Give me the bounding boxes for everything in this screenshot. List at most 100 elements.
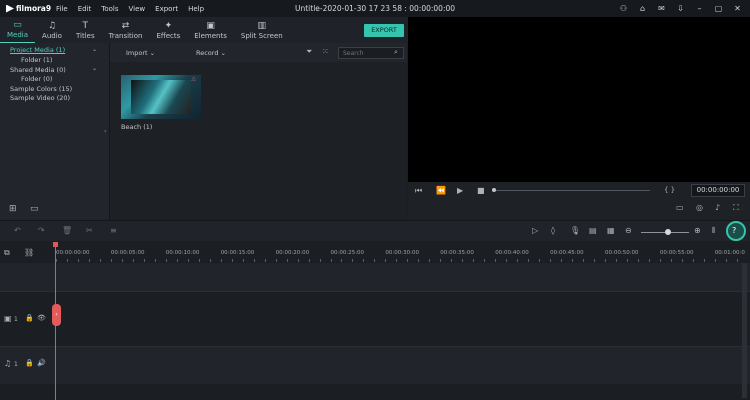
- import-dropdown[interactable]: Import ⌄: [126, 49, 155, 57]
- ruler-label: 00:00:20:00: [275, 250, 310, 256]
- preview-progress-bar[interactable]: [494, 190, 650, 191]
- snapshot-icon[interactable]: ◎: [696, 203, 703, 212]
- ruler-tick: [473, 259, 475, 262]
- ruler-tick: [418, 259, 420, 262]
- collapse-track-headers-button[interactable]: ‹: [52, 304, 61, 326]
- minimize-icon[interactable]: –: [693, 2, 706, 15]
- chevron-down-icon: ⌄: [220, 49, 226, 57]
- add-track-icon[interactable]: ⧉: [4, 248, 10, 258]
- record-label: Record: [196, 49, 219, 57]
- menu-export[interactable]: Export: [155, 5, 178, 13]
- video-track-icon: ▣: [4, 314, 12, 323]
- menu-help[interactable]: Help: [188, 5, 204, 13]
- video-track[interactable]: [0, 291, 750, 346]
- display-settings-icon[interactable]: ▭: [676, 203, 684, 212]
- previous-frame-icon[interactable]: ⏮: [415, 186, 422, 196]
- tab-split-screen[interactable]: ▥ Split Screen: [234, 17, 290, 43]
- tab-label: Effects: [156, 31, 181, 40]
- progress-handle[interactable]: [492, 188, 496, 192]
- account-icon[interactable]: ⚇: [617, 2, 630, 15]
- undo-icon[interactable]: ↶: [14, 226, 21, 235]
- lock-icon[interactable]: 🔒: [25, 314, 34, 322]
- ruler-tick: [626, 259, 628, 262]
- media-thumbnail[interactable]: [121, 75, 201, 119]
- purchase-icon[interactable]: ⌂: [636, 2, 649, 15]
- library-item-sample-colors[interactable]: Sample Colors (15): [10, 85, 72, 93]
- voiceover-icon[interactable]: ▤: [589, 226, 597, 235]
- tab-label: Audio: [42, 31, 62, 40]
- menu-view[interactable]: View: [129, 5, 146, 13]
- collapse-panel-icon[interactable]: ‹: [104, 128, 106, 135]
- ruler-tick: [681, 259, 683, 262]
- folder-icon[interactable]: ▭: [30, 204, 39, 214]
- ruler-tick: [528, 259, 530, 262]
- chevron-down-icon[interactable]: ⌄: [92, 65, 97, 72]
- mail-icon[interactable]: ✉: [655, 2, 668, 15]
- tab-label: Media: [7, 31, 29, 39]
- stop-icon[interactable]: ■: [477, 186, 485, 195]
- tab-audio[interactable]: ♫ Audio: [35, 17, 69, 43]
- ruler-tick: [440, 259, 442, 262]
- fullscreen-icon[interactable]: ⛶: [733, 203, 739, 213]
- playhead-handle[interactable]: [53, 242, 58, 247]
- ruler-tick: [517, 259, 519, 262]
- window-controls: ⚇ ⌂ ✉ ⇩ – ▢ ✕: [611, 2, 744, 15]
- delete-icon[interactable]: 🗑: [62, 226, 72, 235]
- record-dropdown[interactable]: Record ⌄: [196, 49, 226, 57]
- library-item-project-media[interactable]: Project Media (1): [10, 46, 65, 54]
- text-icon: T: [82, 20, 89, 31]
- menu-file[interactable]: File: [56, 5, 68, 13]
- speaker-icon[interactable]: 🔊: [37, 359, 46, 367]
- filter-icon[interactable]: ⏷: [306, 47, 312, 57]
- library-item-folder[interactable]: Folder (1): [21, 56, 52, 64]
- maximize-icon[interactable]: ▢: [712, 2, 725, 15]
- cut-icon[interactable]: ✂: [86, 226, 93, 235]
- adjust-icon[interactable]: ≡: [110, 226, 117, 235]
- grid-view-icon[interactable]: ⁙: [322, 47, 329, 56]
- audio-track[interactable]: [0, 346, 750, 384]
- ruler-label: 00:00:55:00: [659, 250, 694, 256]
- zoom-in-icon[interactable]: ⊕: [694, 226, 701, 235]
- timeline-scrollbar[interactable]: [742, 263, 747, 398]
- render-icon[interactable]: ▷: [532, 226, 538, 235]
- library-item-shared-media[interactable]: Shared Media (0): [10, 66, 66, 74]
- menu-edit[interactable]: Edit: [78, 5, 92, 13]
- ruler-tick: [341, 259, 343, 262]
- menu-tools[interactable]: Tools: [101, 5, 118, 13]
- import-label: Import: [126, 49, 148, 57]
- volume-icon[interactable]: ♪: [715, 203, 720, 212]
- tab-label: Split Screen: [240, 31, 283, 40]
- in-out-brackets[interactable]: { }: [664, 186, 675, 194]
- library-item-folder[interactable]: Folder (0): [21, 75, 52, 83]
- export-button[interactable]: EXPORT: [364, 24, 404, 37]
- tab-effects[interactable]: ✦ Effects: [149, 17, 187, 43]
- step-back-icon[interactable]: ⏪: [436, 186, 446, 195]
- image-icon: ▣: [206, 20, 215, 31]
- marker-icon[interactable]: ◊: [551, 226, 555, 235]
- tab-titles[interactable]: T Titles: [69, 17, 102, 43]
- columns-icon[interactable]: ⫴: [712, 226, 715, 236]
- eye-icon[interactable]: 👁: [37, 314, 46, 322]
- add-folder-icon[interactable]: ⊞: [9, 204, 17, 214]
- ruler-tick: [242, 259, 244, 262]
- play-icon[interactable]: ▶: [457, 186, 463, 195]
- zoom-slider-handle[interactable]: [665, 229, 671, 235]
- download-icon[interactable]: ⇩: [674, 2, 687, 15]
- tab-transition[interactable]: ⇄ Transition: [102, 17, 150, 43]
- ruler-tick: [692, 259, 694, 262]
- library-item-sample-video[interactable]: Sample Video (20): [10, 94, 70, 102]
- lock-icon[interactable]: 🔒: [25, 359, 34, 367]
- redo-icon[interactable]: ↷: [38, 226, 45, 235]
- ruler-tick: [264, 259, 266, 262]
- tab-elements[interactable]: ▣ Elements: [187, 17, 234, 43]
- ruler-tick: [231, 259, 233, 262]
- zoom-out-icon[interactable]: ⊖: [625, 226, 632, 235]
- ruler-tick: [495, 259, 497, 262]
- microphone-icon[interactable]: 🎙: [570, 226, 580, 235]
- chevron-down-icon[interactable]: ⌄: [92, 46, 97, 53]
- ruler-tick: [154, 259, 156, 262]
- tab-media[interactable]: ▭ Media: [0, 17, 36, 43]
- snapshot-timeline-icon[interactable]: ▦: [607, 226, 615, 235]
- link-icon[interactable]: ⛓: [24, 248, 34, 257]
- close-icon[interactable]: ✕: [731, 2, 744, 15]
